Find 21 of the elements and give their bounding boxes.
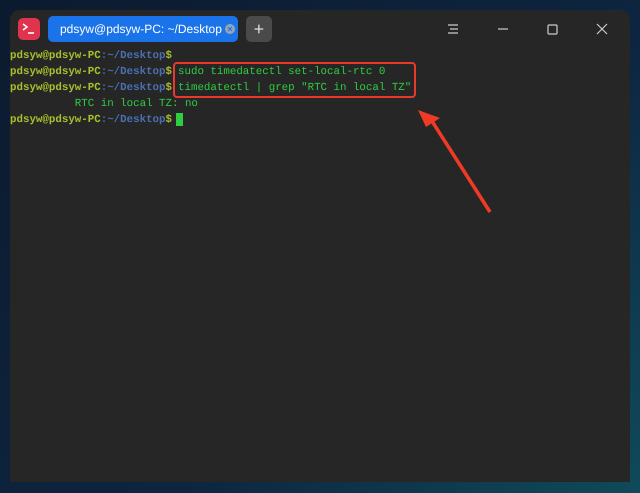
prompt-path: :~/Desktop <box>100 49 166 64</box>
prompt-symbol: $ <box>166 65 172 80</box>
prompt-user-host: pdsyw@pdsyw-PC <box>10 65 101 80</box>
close-icon[interactable] <box>596 23 608 35</box>
prompt-user-host: pdsyw@pdsyw-PC <box>10 113 101 128</box>
new-tab-button[interactable]: + <box>246 16 272 42</box>
output-text: RTC in local TZ: no <box>74 97 198 112</box>
prompt-user-host: pdsyw@pdsyw-PC <box>10 81 101 96</box>
prompt-path: :~/Desktop <box>100 81 166 96</box>
prompt-path: :~/Desktop <box>100 65 166 80</box>
prompt-path: :~/Desktop <box>100 113 166 128</box>
prompt-symbol: $ <box>166 113 172 128</box>
maximize-icon[interactable] <box>547 24 558 34</box>
command-text: sudo timedatectl set-local-rtc 0 <box>178 65 386 80</box>
menu-icon[interactable] <box>447 23 459 35</box>
command-text: timedatectl | grep "RTC in local TZ" <box>178 81 412 96</box>
terminal-app-icon <box>18 18 40 40</box>
prompt-symbol: $ <box>166 81 172 96</box>
prompt-user-host: pdsyw@pdsyw-PC <box>10 49 101 64</box>
terminal-tab[interactable]: pdsyw@pdsyw-PC: ~/Desktop <box>48 16 238 42</box>
prompt-symbol: $ <box>166 49 172 64</box>
